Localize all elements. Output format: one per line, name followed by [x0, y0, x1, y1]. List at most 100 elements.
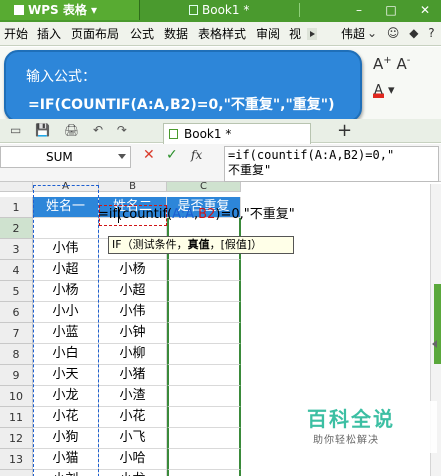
cell-c5[interactable]	[167, 281, 241, 302]
cell-b8[interactable]: 小柳	[99, 344, 167, 365]
cell-a1[interactable]: 姓名一	[33, 197, 99, 218]
title-separator	[299, 3, 300, 17]
cell-c14[interactable]	[167, 470, 241, 476]
font-size-buttons[interactable]: A+ A-	[373, 55, 410, 73]
edit-part-rest: )=0,"不重复"	[215, 207, 295, 222]
font-color-icon[interactable]: A	[373, 83, 384, 98]
cell-b4[interactable]: 小杨	[99, 260, 167, 281]
row-header-1[interactable]: 1	[0, 197, 33, 218]
formula-line-1: =if(countif(A:A,B2)=0,"	[228, 148, 395, 162]
cell-a14[interactable]: 小刘	[33, 470, 99, 476]
cell-a7[interactable]: 小蓝	[33, 323, 99, 344]
edit-part-range: A:A	[172, 207, 195, 222]
cell-a13[interactable]: 小猫	[33, 449, 99, 470]
user-name[interactable]: 伟超	[341, 22, 365, 46]
cell-b12[interactable]: 小飞	[99, 428, 167, 449]
cell-b9[interactable]: 小猪	[99, 365, 167, 386]
font-increase-icon[interactable]: A	[373, 55, 383, 73]
row-header-6[interactable]: 6	[0, 302, 33, 323]
row-header-9[interactable]: 9	[0, 365, 33, 386]
row-header-13[interactable]: 13	[0, 449, 33, 470]
row-header-7[interactable]: 7	[0, 323, 33, 344]
font-color-group[interactable]: A ▾	[373, 83, 395, 98]
row-header-5[interactable]: 5	[0, 281, 33, 302]
cell-a2[interactable]	[33, 218, 99, 239]
wps-app-menu-button[interactable]: WPS 表格 ▾	[0, 0, 140, 20]
book-tab-label: Book1 *	[184, 127, 232, 141]
menu-insert[interactable]: 插入	[37, 22, 61, 46]
cell-c7[interactable]	[167, 323, 241, 344]
menu-layout[interactable]: 页面布局	[71, 22, 119, 46]
cell-b5[interactable]: 小超	[99, 281, 167, 302]
cell-c4[interactable]	[167, 260, 241, 281]
collapse-arrow-icon[interactable]	[432, 340, 437, 348]
formula-line-2: 不重复"	[228, 163, 272, 177]
row-header-10[interactable]: 10	[0, 386, 33, 407]
cell-a8[interactable]: 小白	[33, 344, 99, 365]
row-header-8[interactable]: 8	[0, 344, 33, 365]
cell-c6[interactable]	[167, 302, 241, 323]
row-header-2[interactable]: 2	[0, 218, 33, 239]
minimize-button[interactable]: –	[344, 0, 374, 20]
cell-a9[interactable]: 小天	[33, 365, 99, 386]
menu-data[interactable]: 数据	[164, 22, 188, 46]
insert-function-icon[interactable]: fx	[191, 148, 202, 162]
close-button[interactable]: ✕	[410, 0, 440, 20]
cell-a4[interactable]: 小超	[33, 260, 99, 281]
column-header-a[interactable]: A	[33, 182, 99, 192]
title-doc-tab[interactable]: Book1 *	[175, 0, 275, 20]
cell-a5[interactable]: 小杨	[33, 281, 99, 302]
confirm-icon[interactable]: ✓	[166, 147, 178, 163]
watermark-logo: 百科全说	[307, 407, 395, 431]
scroll-thumb[interactable]	[434, 284, 441, 364]
menu-review[interactable]: 审阅	[256, 22, 280, 46]
cell-a10[interactable]: 小龙	[33, 386, 99, 407]
font-decrease-icon[interactable]: A	[396, 55, 406, 73]
callout-formula: =IF(COUNTIF(A:A,B2)=0,"不重复","重复")	[28, 97, 335, 113]
callout-title: 输入公式：	[26, 69, 96, 85]
new-tab-button[interactable]: +	[337, 119, 352, 143]
cancel-icon[interactable]: ✕	[143, 147, 155, 163]
cell-c8[interactable]	[167, 344, 241, 365]
chevron-down-icon[interactable]	[118, 154, 126, 159]
cell-c13[interactable]	[167, 449, 241, 470]
cell-a6[interactable]: 小小	[33, 302, 99, 323]
cell-c10[interactable]	[167, 386, 241, 407]
menu-scroll-right-icon[interactable]	[307, 28, 317, 40]
cell-c12[interactable]	[167, 428, 241, 449]
menu-tool-icons[interactable]: ⌄ ☺ ◆ ?	[367, 26, 438, 40]
cell-b13[interactable]: 小哈	[99, 449, 167, 470]
title-doc-label: Book1 *	[202, 3, 250, 17]
row-header-14[interactable]: 14	[0, 470, 33, 476]
cell-a12[interactable]: 小狗	[33, 428, 99, 449]
cell-b6[interactable]: 小伟	[99, 302, 167, 323]
cell-c9[interactable]	[167, 365, 241, 386]
row-header-12[interactable]: 12	[0, 428, 33, 449]
column-header-c[interactable]: C	[167, 182, 241, 192]
maximize-button[interactable]: □	[376, 0, 406, 20]
menu-view[interactable]: 视	[289, 22, 301, 46]
select-all-corner[interactable]	[0, 182, 33, 192]
book1-tab[interactable]: Book1 *	[163, 123, 311, 144]
name-box[interactable]: SUM	[0, 146, 131, 168]
menu-table-style[interactable]: 表格样式	[198, 22, 246, 46]
row-header-11[interactable]: 11	[0, 407, 33, 428]
menu-home[interactable]: 开始	[4, 22, 28, 46]
name-box-value: SUM	[46, 150, 73, 164]
cell-c11[interactable]	[167, 407, 241, 428]
cell-b11[interactable]: 小花	[99, 407, 167, 428]
quick-access-icons[interactable]: ▭ 💾 🖨 ↶ ↷	[10, 123, 132, 137]
watermark-subtitle: 助你轻松解决	[313, 435, 379, 446]
menu-formula[interactable]: 公式	[130, 22, 154, 46]
formula-input[interactable]: =if(countif(A:A,B2)=0," 不重复"	[224, 146, 439, 182]
cell-b7[interactable]: 小钟	[99, 323, 167, 344]
cell-a11[interactable]: 小花	[33, 407, 99, 428]
function-tooltip: IF（测试条件，真值，[假值]）	[108, 236, 294, 254]
column-header-b[interactable]: B	[99, 182, 167, 192]
row-header-4[interactable]: 4	[0, 260, 33, 281]
cell-b14[interactable]: 小龙	[99, 470, 167, 476]
row-header-3[interactable]: 3	[0, 239, 33, 260]
cell-a3[interactable]: 小伟	[33, 239, 99, 260]
cell-b10[interactable]: 小渣	[99, 386, 167, 407]
cell-edit-text[interactable]: =if(countif(A:A,B2)=0,"不重复"	[98, 205, 295, 225]
